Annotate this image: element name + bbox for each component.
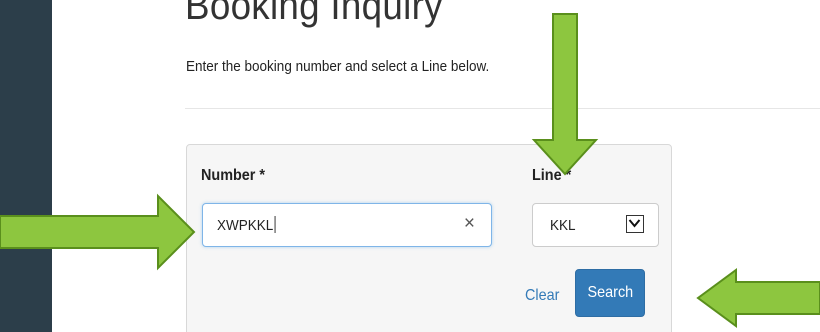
booking-form-panel: Number * XWPKKL × Line * KKL Clear Searc… (186, 144, 672, 332)
chevron-down-icon[interactable] (626, 215, 644, 233)
arrow-icon (0, 193, 196, 271)
arrow-icon (696, 268, 820, 328)
close-icon[interactable]: × (464, 214, 475, 234)
number-input-value: XWPKKL (217, 217, 274, 234)
number-label: Number * (201, 167, 266, 184)
line-select[interactable]: KKL (532, 203, 659, 247)
section-divider (185, 108, 820, 109)
screenshot-root: Booking Inquiry Enter the booking number… (0, 0, 820, 332)
clear-link[interactable]: Clear (525, 287, 559, 305)
arrow-icon (531, 13, 599, 176)
page-title: Booking Inquiry (185, 0, 443, 28)
number-input[interactable]: XWPKKL × (202, 203, 492, 247)
left-sidebar (0, 0, 52, 332)
line-select-value: KKL (550, 217, 576, 234)
chevron-down-glyph (628, 219, 641, 228)
text-caret (274, 216, 276, 233)
search-button-label: Search (587, 284, 633, 301)
search-button[interactable]: Search (575, 269, 645, 317)
page-subtitle: Enter the booking number and select a Li… (186, 58, 490, 75)
